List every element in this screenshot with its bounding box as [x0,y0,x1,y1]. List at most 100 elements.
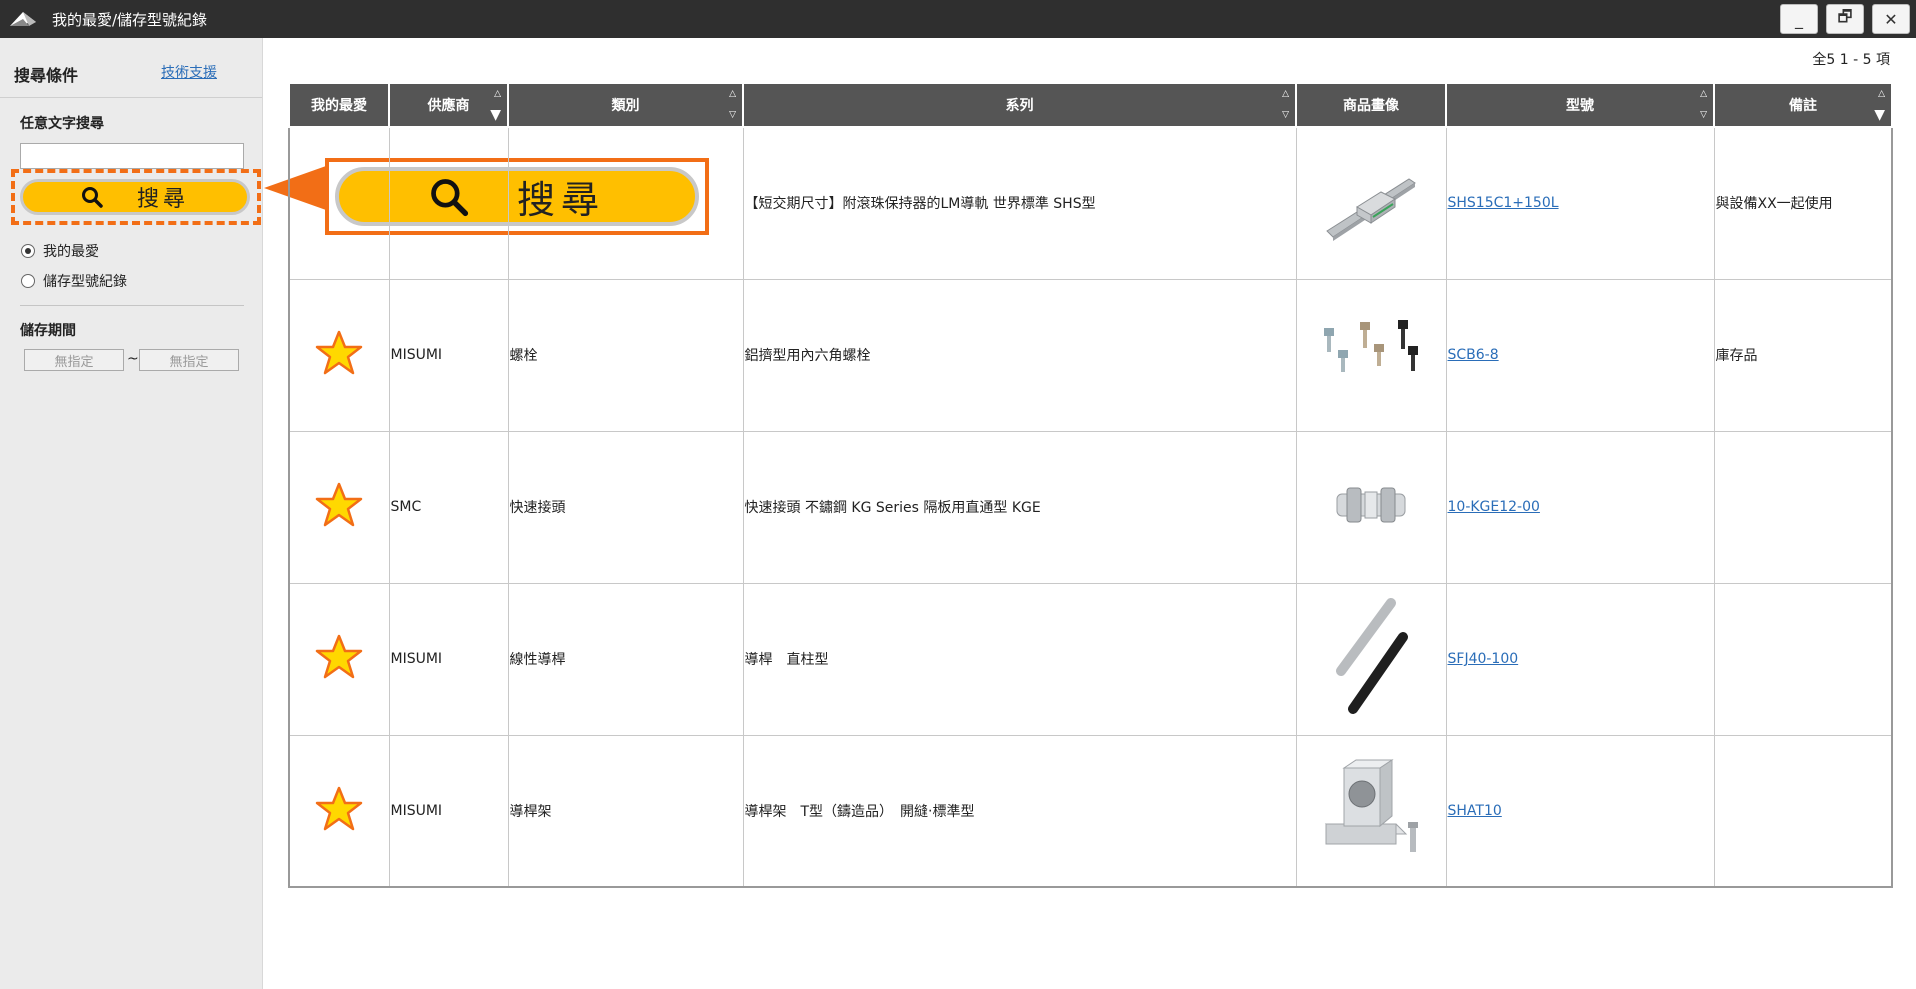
col-header-image: 商品畫像 [1295,82,1447,128]
sort-desc-icon[interactable]: ▽ [1700,111,1707,120]
category-cell: 導桿架 [507,734,744,888]
favorite-cell[interactable] [288,734,390,888]
series-cell: 快速接頭 不鏽鋼 KG Series 隔板用直通型 KGE [742,430,1297,584]
table-row: MISUMI 導桿架 導桿架 T型（鑄造品） 開縫‧標準型 SHAT10 [288,734,1893,888]
col-header-label: 型號 [1566,98,1594,114]
favorite-cell[interactable] [288,278,390,432]
model-cell: SHAT10 [1445,734,1715,888]
note-cell: 庫存品 [1713,278,1893,432]
col-header-supplier[interactable]: 供應商 △ ▼ [388,82,509,128]
search-icon [81,187,103,208]
date-from-input[interactable]: 無指定 [24,349,124,371]
search-sidebar: 搜尋條件 技術支援 任意文字搜尋 搜尋 我的最愛 儲存型號紀錄 儲存期間 無指定… [0,38,263,989]
radio-indicator[interactable] [21,244,35,258]
product-image-hex-bolts[interactable] [1295,278,1447,432]
sidebar-header: 搜尋條件 技術支援 [0,38,262,98]
sort-asc-icon[interactable]: △ [1700,90,1707,99]
star-icon[interactable] [315,481,363,529]
category-cell: 線性導桿 [507,582,744,736]
model-link[interactable]: SHS15C1+150L [1448,195,1559,211]
favorite-cell[interactable] [288,582,390,736]
sort-asc-icon[interactable]: △ [1282,90,1289,99]
note-cell [1713,430,1893,584]
result-count: 全5 1 - 5 項 [1812,52,1890,68]
note-cell [1713,734,1893,888]
product-image-linear-shafts[interactable] [1295,582,1447,736]
table-row: MISUMI 線性導桿 導桿 直柱型 SFJ40-100 [288,582,1893,736]
table-row: 【短交期尺寸】附滾珠保持器的LM導軌 世界標準 SHS型 SHS15C1+150… [288,126,1893,280]
category-cell: 螺栓 [507,278,744,432]
model-cell: SCB6-8 [1445,278,1715,432]
table-header-row: 我的最愛 供應商 △ ▼ 類別 △ ▽ 系列 △ ▽ 商品畫像 型號 △ ▽ 備註 △ ▼ [288,82,1893,128]
sort-asc-icon[interactable]: △ [494,90,501,99]
col-header-model[interactable]: 型號 △ ▽ [1445,82,1715,128]
period-label: 儲存期間 [20,323,76,339]
free-text-search-input[interactable] [20,143,244,169]
col-header-series[interactable]: 系列 △ ▽ [742,82,1297,128]
model-link[interactable]: SFJ40-100 [1448,651,1519,667]
supplier-cell: SMC [388,430,509,584]
divider [20,305,244,306]
col-header-label: 商品畫像 [1343,98,1399,114]
model-link[interactable]: SHAT10 [1448,803,1502,819]
series-cell: 【短交期尺寸】附滾珠保持器的LM導軌 世界標準 SHS型 [742,126,1297,280]
note-cell [1713,582,1893,736]
star-icon[interactable] [315,633,363,681]
model-link[interactable]: SCB6-8 [1448,347,1499,363]
search-button-highlight: 搜尋 [11,169,261,225]
sort-desc-icon[interactable]: ▽ [729,111,736,120]
search-button[interactable]: 搜尋 [20,179,250,215]
series-cell: 導桿架 T型（鑄造品） 開縫‧標準型 [742,734,1297,888]
sort-desc-icon[interactable]: ▽ [1282,111,1289,120]
search-button-label: 搜尋 [136,187,189,212]
sort-asc-icon[interactable]: △ [729,90,736,99]
col-header-label: 備註 [1789,98,1817,114]
series-cell: 鋁擠型用內六角螺栓 [742,278,1297,432]
sort-desc-icon[interactable]: ▼ [490,108,501,122]
category-cell [507,126,744,280]
star-icon[interactable] [315,329,363,377]
app-logo-icon [8,8,38,30]
radio-indicator[interactable] [21,274,35,288]
favorite-cell[interactable] [288,430,390,584]
supplier-cell: MISUMI [388,582,509,736]
supplier-cell [388,126,509,280]
col-header-note[interactable]: 備註 △ ▼ [1713,82,1893,128]
supplier-cell: MISUMI [388,278,509,432]
radio-label: 我的最愛 [43,244,99,260]
note-cell: 與設備XX一起使用 [1713,126,1893,280]
product-image-shaft-holder[interactable] [1295,734,1447,888]
close-button[interactable]: ✕ [1872,4,1910,34]
col-header-label: 系列 [1005,98,1034,114]
col-header-favorite: 我的最愛 [288,82,390,128]
favorite-cell[interactable] [288,126,390,280]
model-cell: 10-KGE12-00 [1445,430,1715,584]
model-link[interactable]: 10-KGE12-00 [1448,499,1540,515]
minimize-button[interactable]: _ [1780,4,1818,34]
col-header-category[interactable]: 類別 △ ▽ [507,82,744,128]
radio-label: 儲存型號紀錄 [43,274,127,290]
supplier-cell: MISUMI [388,734,509,888]
star-icon[interactable] [315,785,363,833]
date-to-input[interactable]: 無指定 [139,349,239,371]
sort-asc-icon[interactable]: △ [1878,90,1885,99]
restore-button[interactable]: 🗗 [1826,4,1864,34]
support-link[interactable]: 技術支援 [161,62,217,82]
model-cell: SHS15C1+150L [1445,126,1715,280]
category-cell: 快速接頭 [507,430,744,584]
radio-favorites[interactable]: 我的最愛 [21,241,99,261]
sort-desc-icon[interactable]: ▼ [1874,108,1885,122]
product-image-quick-coupling[interactable] [1295,430,1447,584]
table-row: SMC 快速接頭 快速接頭 不鏽鋼 KG Series 隔板用直通型 KGE 1… [288,430,1893,584]
col-header-label: 我的最愛 [311,98,367,114]
window-title: 我的最愛/儲存型號紀錄 [52,10,208,29]
sidebar-title: 搜尋條件 [14,66,79,85]
series-cell: 導桿 直柱型 [742,582,1297,736]
col-header-label: 類別 [611,98,640,114]
free-text-label: 任意文字搜尋 [20,116,104,132]
model-cell: SFJ40-100 [1445,582,1715,736]
product-image-lm-guide-rail[interactable] [1295,126,1447,280]
radio-saved-models[interactable]: 儲存型號紀錄 [21,271,127,291]
results-table: 我的最愛 供應商 △ ▼ 類別 △ ▽ 系列 △ ▽ 商品畫像 型號 △ ▽ 備註 △ ▼ 【短交期… [288,82,1893,888]
col-header-label: 供應商 [427,98,470,114]
